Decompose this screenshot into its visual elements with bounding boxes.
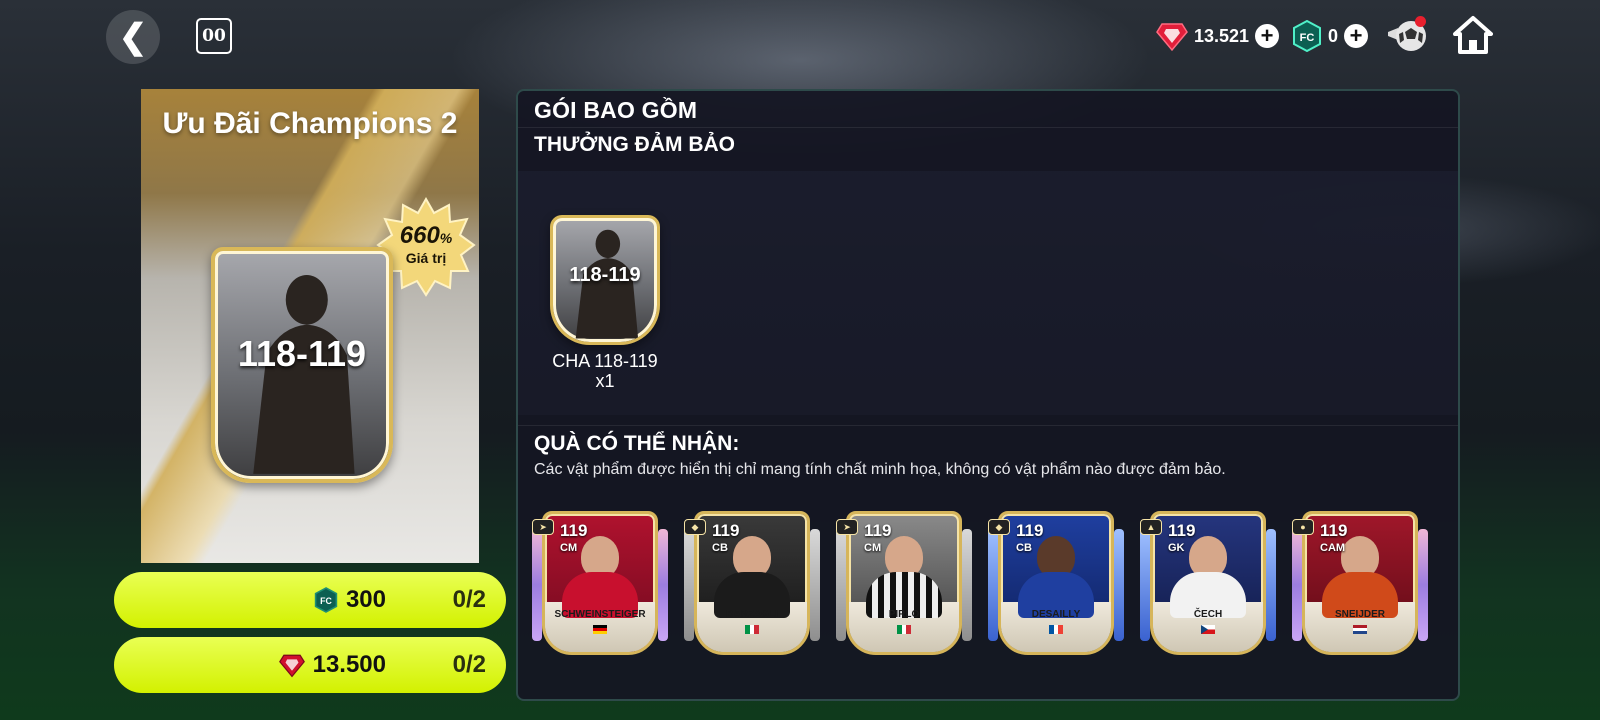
player-name: PIRLO [888,609,920,620]
gem-balance-value: 13.521 [1194,25,1250,46]
red-gem-icon [1156,23,1188,52]
season-badge-icon: ➤ [836,519,858,535]
player-position: CAM [1320,542,1346,554]
player-ovr: 119 [712,521,740,540]
coin-purchase-count: 0/2 [452,586,486,613]
card-ribbon [1140,529,1150,641]
player-ovr: 119 [864,521,892,540]
player-position: GK [1168,542,1185,554]
player-position: CM [864,542,882,554]
player-card[interactable]: ◆ 119 CB BARZAGLI [682,511,822,655]
player-name: ČECH [1193,609,1223,620]
card-ribbon [1114,529,1124,641]
divider [518,127,1458,128]
notification-dot [1415,16,1426,27]
player-card[interactable]: ➤ 119 CM PIRLO [834,511,974,655]
package-contents-panel: GÓI BAO GỒM THƯỞNG ĐẢM BẢO 118-119 CHA 1… [516,89,1460,701]
mystery-card-rating: 118-119 [237,333,367,374]
disclaimer-text: Các vật phẩm được hiển thị chỉ mang tính… [534,461,1226,478]
player-name: SCHWEINSTEIGER [554,609,646,620]
gem-purchase-count: 0/2 [452,651,486,678]
badge-percent: 660 [399,222,440,249]
player-position: CB [712,542,728,554]
divider [518,425,1458,426]
badge-percent-sign: % [439,230,453,246]
player-position: CM [560,542,578,554]
player-card[interactable]: ▲ 119 GK ČECH [1138,511,1278,655]
add-coins-button[interactable]: + [1344,24,1369,48]
card-ribbon [988,529,998,641]
player-position: CB [1016,542,1032,554]
chevron-left-icon: ❮ [118,18,148,56]
guaranteed-reward-qty: x1 [595,371,615,391]
netherlands-flag-icon [1353,625,1367,634]
season-badge-icon: ◆ [684,519,706,535]
possible-rewards-title: QUÀ CÓ THỂ NHẬN: [534,432,740,455]
player-name: SNEIJDER [1334,609,1385,620]
guaranteed-card-rating: 118-119 [569,264,641,286]
guaranteed-player-card: 118-119 [550,215,660,345]
player-card[interactable]: ➤ 119 CM SCHWEINSTEIGER [530,511,670,655]
season-badge-icon: ◆ [988,519,1010,535]
player-ovr: 119 [1016,521,1044,540]
coin-balance: FC 0 + [1292,16,1369,56]
italy-flag-icon [745,625,759,634]
card-ribbon [532,529,542,641]
gem-balance: 13.521 + [1156,16,1280,56]
back-button[interactable]: ❮ [106,10,160,64]
timer-chip[interactable]: 00 [196,18,232,54]
offer-title: Ưu Đãi Champions 2 [162,107,458,140]
green-fc-coin-icon: FC [314,587,338,613]
home-button[interactable] [1453,14,1493,58]
timer-chip-label: 00 [202,26,226,46]
player-name: DESAILLY [1031,609,1081,620]
season-badge-icon: ▲ [1140,519,1162,535]
card-ribbon [1292,529,1302,641]
card-ribbon [810,529,820,641]
guaranteed-reward-item[interactable]: 118-119 CHA 118-119 x1 [550,215,660,391]
green-fc-coin-icon: FC [1293,20,1321,52]
offer-card: Ưu Đãi Champions 2 660% Giá trị 118-119 [141,89,479,563]
panel-title: GÓI BAO GỒM [534,97,698,123]
buy-with-gems-button[interactable]: 13.500 0/2 [114,637,506,693]
svg-text:FC: FC [1300,32,1315,44]
season-badge-icon: ➤ [532,519,554,535]
buy-with-coins-button[interactable]: FC 300 0/2 [114,572,506,628]
card-ribbon [684,529,694,641]
card-ribbon [962,529,972,641]
card-ribbon [1266,529,1276,641]
france-flag-icon [1049,625,1063,634]
coin-price: 300 [345,586,386,613]
add-gems-button[interactable]: + [1255,24,1280,48]
player-ovr: 119 [560,521,588,540]
player-card[interactable]: ● 119 CAM SNEIJDER [1290,511,1430,655]
italy-flag-icon [897,625,911,634]
store-button[interactable] [1386,14,1430,58]
card-ribbon [836,529,846,641]
player-name: BARZAGLI [726,609,778,620]
svg-text:FC: FC [320,596,332,606]
home-icon [1453,16,1493,54]
card-ribbon [658,529,668,641]
gem-price: 13.500 [312,651,386,678]
card-ribbon [1418,529,1428,641]
germany-flag-icon [593,625,607,634]
czech-flag-icon [1201,625,1215,634]
player-card[interactable]: ◆ 119 CB DESAILLY [986,511,1126,655]
player-ovr: 119 [1320,521,1348,540]
mystery-player-card: 118-119 [211,247,393,483]
coin-balance-value: 0 [1328,25,1339,46]
season-badge-icon: ● [1292,519,1314,535]
guaranteed-reward-label: CHA 118-119 [552,351,658,371]
red-gem-icon [278,654,305,678]
player-ovr: 119 [1168,521,1196,540]
guaranteed-rewards-title: THƯỞNG ĐẢM BẢO [534,133,735,156]
